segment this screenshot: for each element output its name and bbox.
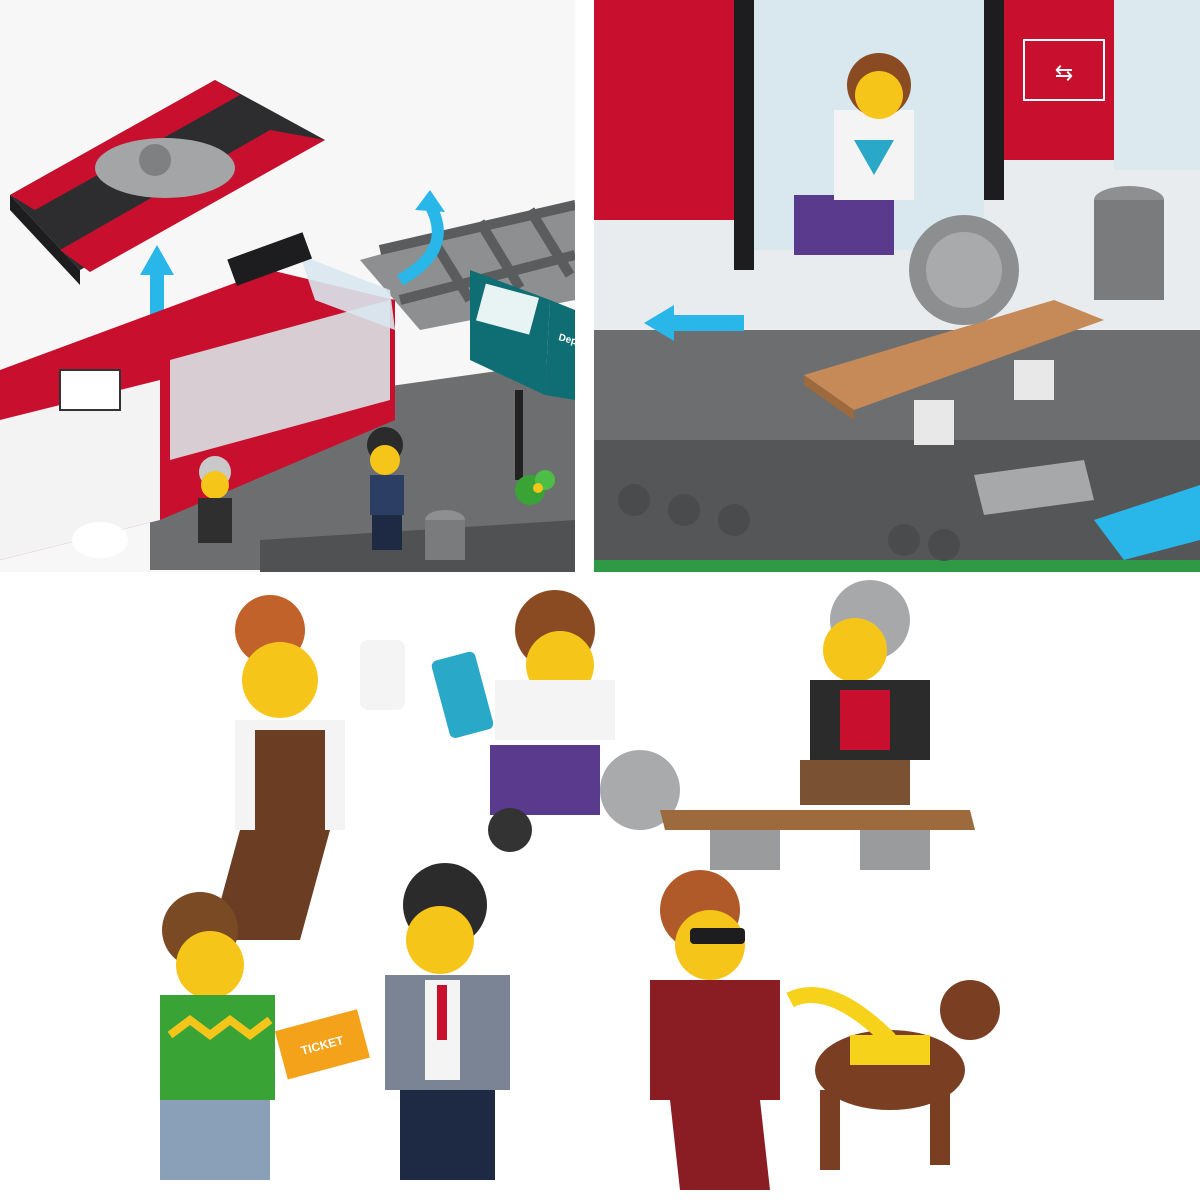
passenger-minifig — [198, 456, 232, 543]
station-staff-minifig — [385, 863, 510, 1180]
guide-dog-owner-minifig — [650, 870, 780, 1190]
accessible-ramp-scene: ⇆ — [594, 0, 1200, 572]
wheelchair-user-minifig — [431, 590, 680, 852]
ticket: TICKET — [274, 1009, 370, 1080]
trash-bin — [425, 510, 465, 560]
bench-minifig — [660, 580, 975, 870]
guide-dog — [786, 980, 1000, 1170]
barista-minifig — [210, 595, 405, 940]
minifigure-lineup: TICKET — [0, 580, 1200, 1200]
conductor-minifig — [367, 427, 404, 550]
tablet-icon — [431, 651, 494, 738]
train-roof-scene: Departures — [0, 0, 575, 572]
trash-bin — [1094, 186, 1164, 300]
coffee-cup-icon — [360, 640, 405, 710]
rail-logo-icon: ⇆ — [1055, 60, 1073, 85]
